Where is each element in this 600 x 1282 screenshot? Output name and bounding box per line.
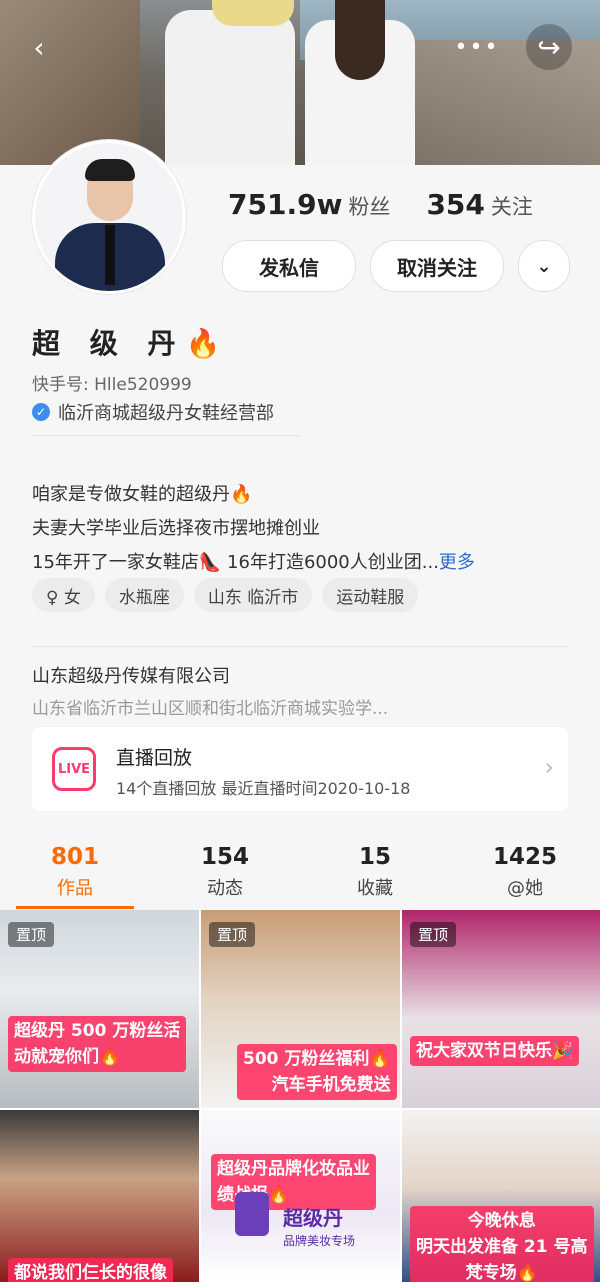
tab-label: 动态 [207,878,243,899]
post-tile[interactable]: 置顶 超级丹 500 万粉丝活 动就宠你们🔥 [0,910,199,1108]
avatar[interactable] [32,140,186,294]
verified-icon: ✓ [32,403,50,421]
fans-label[interactable]: 粉丝 [348,191,390,221]
tab-label: 作品 [57,878,93,899]
live-replay-card[interactable]: LIVE 直播回放 14个直播回放 最近直播时间2020-10-18 › [32,727,568,811]
content-tabs: 801 作品 154 动态 15 收藏 1425 @她 [0,844,600,910]
bio-line: 15年开了一家女鞋店👠 16年打造6000人创业团... [32,552,439,573]
post-caption: 都说我们仨长的很像 [8,1258,173,1282]
divider [32,435,300,436]
tab-count: 801 [50,844,99,870]
post-caption: 超级丹 500 万粉丝活 动就宠你们🔥 [8,1016,187,1072]
brand-name: 超级丹 [283,1206,343,1230]
tag-location: 山东 临沂市 [193,578,313,612]
profile-stats: 751.9w 粉丝 354 关注 [228,188,563,221]
verified-text: 临沂商城超级丹女鞋经营部 [58,403,274,424]
tab-favorites[interactable]: 15 收藏 [300,844,450,910]
name-text: 超 级 丹 [32,327,186,360]
profile-name: 超 级 丹🔥 [32,322,230,362]
tab-count: 154 [200,844,249,870]
tab-count: 1425 [492,844,557,870]
live-icon: LIVE [52,747,96,791]
back-icon[interactable]: ‹ [16,24,62,70]
tab-label: @她 [507,878,543,899]
fans-count[interactable]: 751.9w [228,188,342,221]
verified-badge: ✓ 临沂商城超级丹女鞋经营部 [32,399,274,425]
pinned-badge: 置顶 [410,922,457,947]
chevron-down-icon[interactable]: ⌄ [518,240,570,292]
pinned-badge: 置顶 [209,922,256,947]
pinned-badge: 置顶 [8,922,55,947]
tab-works[interactable]: 801 作品 [0,844,150,910]
tab-moments[interactable]: 154 动态 [150,844,300,910]
active-tab-indicator [16,906,134,909]
divider [32,646,568,647]
live-title: 直播回放 [116,747,193,769]
message-button[interactable]: 发私信 [222,240,356,292]
share-icon[interactable]: ↪ [526,24,572,70]
brand-subtitle: 品牌美妆专场 [283,1234,356,1248]
post-tile[interactable]: 超级丹品牌化妆品业 绩战报🔥 超级丹 品牌美妆专场 [201,1110,400,1282]
bio-more-link[interactable]: 更多 [439,552,475,573]
chevron-right-icon: › [544,753,554,781]
tab-label: 收藏 [357,878,393,899]
company-name: 山东超级丹传媒有限公司 [32,666,230,687]
brand-logo-icon [235,1192,269,1236]
more-icon[interactable]: ••• [454,24,500,70]
tab-mentions[interactable]: 1425 @她 [450,844,600,910]
post-grid: 置顶 超级丹 500 万粉丝活 动就宠你们🔥 置顶 500 万粉丝福利🔥 汽车手… [0,910,600,1282]
post-caption: 祝大家双节日快乐🎉 [410,1036,580,1066]
live-subtitle: 14个直播回放 最近直播时间2020-10-18 [116,779,411,798]
post-caption: 今晚休息 明天出发准备 21 号高 梵专场🔥 [410,1206,594,1282]
tag-category: 运动鞋服 [322,578,419,612]
unfollow-button[interactable]: 取消关注 [370,240,504,292]
bio: 咱家是专做女鞋的超级丹🔥 夫妻大学毕业后选择夜市摆地摊创业 15年开了一家女鞋店… [32,478,475,580]
tab-count: 15 [358,844,391,870]
tag-zodiac: 水瓶座 [104,578,184,612]
company-address[interactable]: 山东省临沂市兰山区顺和街北临沂商城实验学... [32,694,388,719]
profile-tags: ♀ 女 水瓶座 山东 临沂市 运动鞋服 [32,578,419,612]
profile-actions: 发私信 取消关注 ⌄ [222,240,570,292]
bio-line: 夫妻大学毕业后选择夜市摆地摊创业 [32,518,320,539]
post-tile[interactable]: 都说我们仨长的很像 [0,1110,199,1282]
follow-label[interactable]: 关注 [491,191,533,221]
post-caption: 500 万粉丝福利🔥 汽车手机免费送 [237,1044,397,1100]
cover-image [0,0,600,165]
fire-icon: 🔥 [185,327,231,360]
tag-gender: ♀ 女 [32,578,95,612]
post-tile[interactable]: 置顶 祝大家双节日快乐🎉 [402,910,600,1108]
bio-line: 咱家是专做女鞋的超级丹🔥 [32,484,253,505]
post-tile[interactable]: 今晚休息 明天出发准备 21 号高 梵专场🔥 [402,1110,600,1282]
kuaishou-id: 快手号: Hlle520999 [32,375,192,395]
post-tile[interactable]: 置顶 500 万粉丝福利🔥 汽车手机免费送 [201,910,400,1108]
follow-count[interactable]: 354 [426,188,484,221]
